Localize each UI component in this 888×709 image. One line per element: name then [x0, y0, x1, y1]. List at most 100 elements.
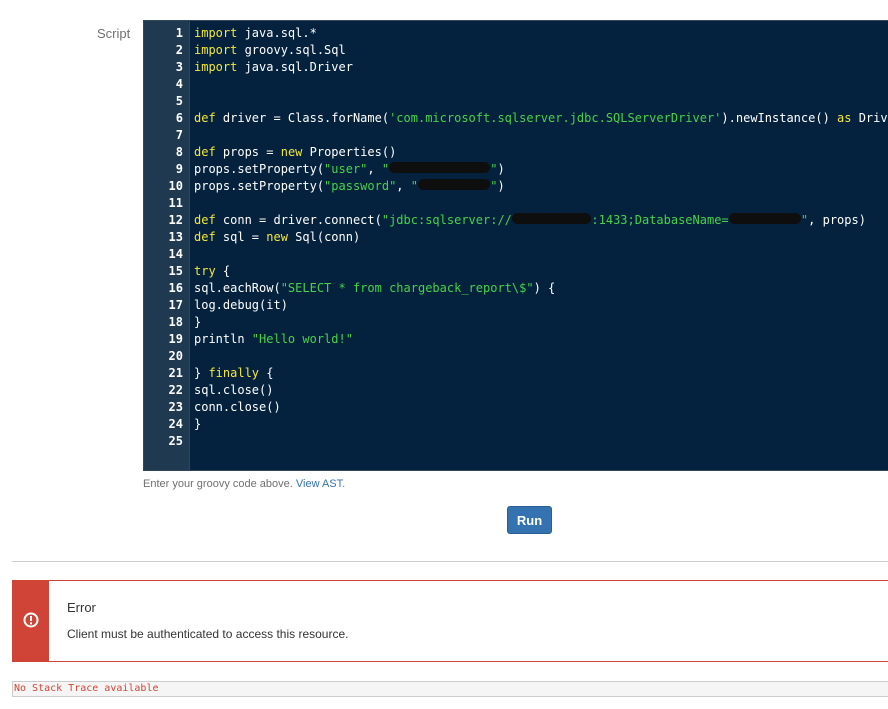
code-line[interactable]: conn.close()	[194, 399, 281, 416]
hint-text: Enter your groovy code above.	[143, 478, 296, 490]
line-number: 17	[168, 297, 183, 312]
code-text: ,	[396, 178, 411, 193]
code-keyword: new	[266, 229, 288, 244]
code-text: Driver	[858, 110, 888, 125]
code-line[interactable]: try {	[194, 263, 230, 280]
code-line[interactable]: println "Hello world!"	[194, 331, 353, 348]
line-number: 11	[168, 195, 183, 210]
code-line[interactable]: def sql = new Sql(conn)	[194, 229, 360, 246]
error-title: Error	[67, 600, 96, 615]
code-line[interactable]: } finally {	[194, 365, 273, 382]
code-line[interactable]: }	[194, 314, 201, 331]
code-line[interactable]: props.setProperty("user", "xxxxxxxxxxxxx…	[194, 161, 505, 178]
code-text: {	[215, 263, 231, 278]
code-line[interactable]: props.setProperty("password", "xxxxxxxxx…	[194, 178, 505, 195]
code-string: "	[381, 161, 390, 176]
code-text: props.setProperty(	[194, 178, 325, 193]
error-message: Client must be authenticated to access t…	[67, 627, 349, 641]
code-text: }	[194, 314, 202, 329]
code-keyword: new	[280, 144, 303, 159]
code-keyword: def	[194, 110, 216, 125]
code-keyword: try	[194, 263, 216, 278]
line-number: 21	[168, 365, 183, 380]
code-text: {	[259, 365, 274, 380]
code-line[interactable]: import java.sql.Driver	[194, 59, 353, 76]
line-number: 12	[168, 212, 183, 227]
code-string: "	[410, 178, 418, 193]
code-line[interactable]: sql.eachRow("SELECT * from chargeback_re…	[194, 280, 555, 297]
code-text: sql.eachRow(	[194, 280, 281, 295]
code-editor[interactable]: 1 2 3 4 5 6 7 8 9 10 11 12 13 14 15 16 17 18 19 20 21 22 23 24 2…	[143, 20, 888, 471]
redacted-text: xxxxxxxxxxxxxx	[389, 161, 491, 173]
code-text: ) {	[533, 280, 556, 295]
line-number: 15	[168, 263, 183, 278]
code-line[interactable]: def props = new Properties()	[194, 144, 396, 161]
line-number: 18	[168, 314, 183, 329]
code-keyword: import	[194, 25, 238, 40]
code-text: driver = Class.forName(	[215, 110, 390, 125]
line-number: 22	[168, 382, 183, 397]
line-number: 7	[175, 127, 183, 142]
code-text: java.sql.*	[237, 25, 317, 40]
line-number: 23	[168, 399, 183, 414]
code-text: log.debug(it)	[194, 297, 288, 312]
code-keyword: import	[194, 59, 238, 74]
code-string: "jdbc:sqlserver://	[381, 212, 512, 227]
code-line[interactable]: log.debug(it)	[194, 297, 288, 314]
code-text: ).newInstance()	[721, 110, 838, 125]
line-number: 19	[168, 331, 183, 346]
redacted-text: xxxxxxxxxx	[417, 178, 491, 190]
line-number: 14	[168, 246, 183, 261]
stack-trace: No Stack Trace available	[12, 681, 888, 697]
code-text: java.sql.Driver	[237, 59, 353, 74]
script-label: Script	[97, 26, 131, 41]
line-number: 20	[168, 348, 183, 363]
line-number: 8	[175, 144, 183, 159]
editor-hint: Enter your groovy code above. View AST.	[143, 478, 345, 490]
code-line[interactable]: def conn = driver.connect("jdbc:sqlserve…	[194, 212, 866, 229]
redacted-text: xxxxxxxxxx	[728, 212, 801, 224]
code-string: "Hello world!"	[251, 331, 353, 346]
code-text: }	[194, 365, 209, 380]
line-number: 9	[175, 161, 183, 176]
line-number: 25	[168, 433, 183, 448]
code-string: "user"	[324, 161, 368, 176]
view-ast-link[interactable]: View AST	[296, 478, 342, 490]
line-number: 13	[168, 229, 183, 244]
code-line[interactable]: import groovy.sql.Sql	[194, 42, 346, 59]
code-text: println	[194, 331, 252, 346]
code-text: ,	[367, 161, 382, 176]
code-text: sql.close()	[194, 382, 274, 397]
line-number: 3	[175, 59, 183, 74]
code-text: )	[497, 161, 505, 176]
code-text: Sql(conn)	[287, 229, 361, 244]
error-message-box: Error Client must be authenticated to ac…	[12, 580, 888, 662]
code-keyword: finally	[208, 365, 260, 380]
line-number: 1	[175, 25, 183, 40]
code-string: :1433;DatabaseName=	[591, 212, 729, 227]
hint-suffix: .	[342, 478, 346, 490]
code-text: }	[194, 416, 202, 431]
code-text: sql =	[215, 229, 267, 244]
code-keyword: def	[194, 212, 216, 227]
code-keyword: def	[194, 144, 216, 159]
code-string: "SELECT * from chargeback_report\$"	[280, 280, 534, 295]
code-line[interactable]: }	[194, 416, 201, 433]
code-text: Properties()	[302, 144, 397, 159]
code-keyword: as	[837, 110, 852, 125]
code-line[interactable]: import java.sql.*	[194, 25, 317, 42]
line-number: 6	[175, 110, 183, 125]
code-text: groovy.sql.Sql	[237, 42, 346, 57]
code-text: )	[497, 178, 505, 193]
code-line[interactable]: sql.close()	[194, 382, 273, 399]
code-string: "password"	[324, 178, 397, 193]
line-number-gutter: 1 2 3 4 5 6 7 8 9 10 11 12 13 14 15 16 17 18 19 20 21 22 23 24 2…	[144, 21, 190, 470]
code-text: props =	[215, 144, 281, 159]
code-keyword: import	[194, 42, 238, 57]
code-string: 'com.microsoft.sqlserver.jdbc.SQLServerD…	[389, 110, 722, 125]
line-number: 10	[168, 178, 183, 193]
code-line[interactable]: def driver = Class.forName('com.microsof…	[194, 110, 888, 127]
run-button[interactable]: Run	[507, 506, 552, 534]
code-text: , props)	[808, 212, 866, 227]
error-circle-icon	[23, 612, 39, 628]
